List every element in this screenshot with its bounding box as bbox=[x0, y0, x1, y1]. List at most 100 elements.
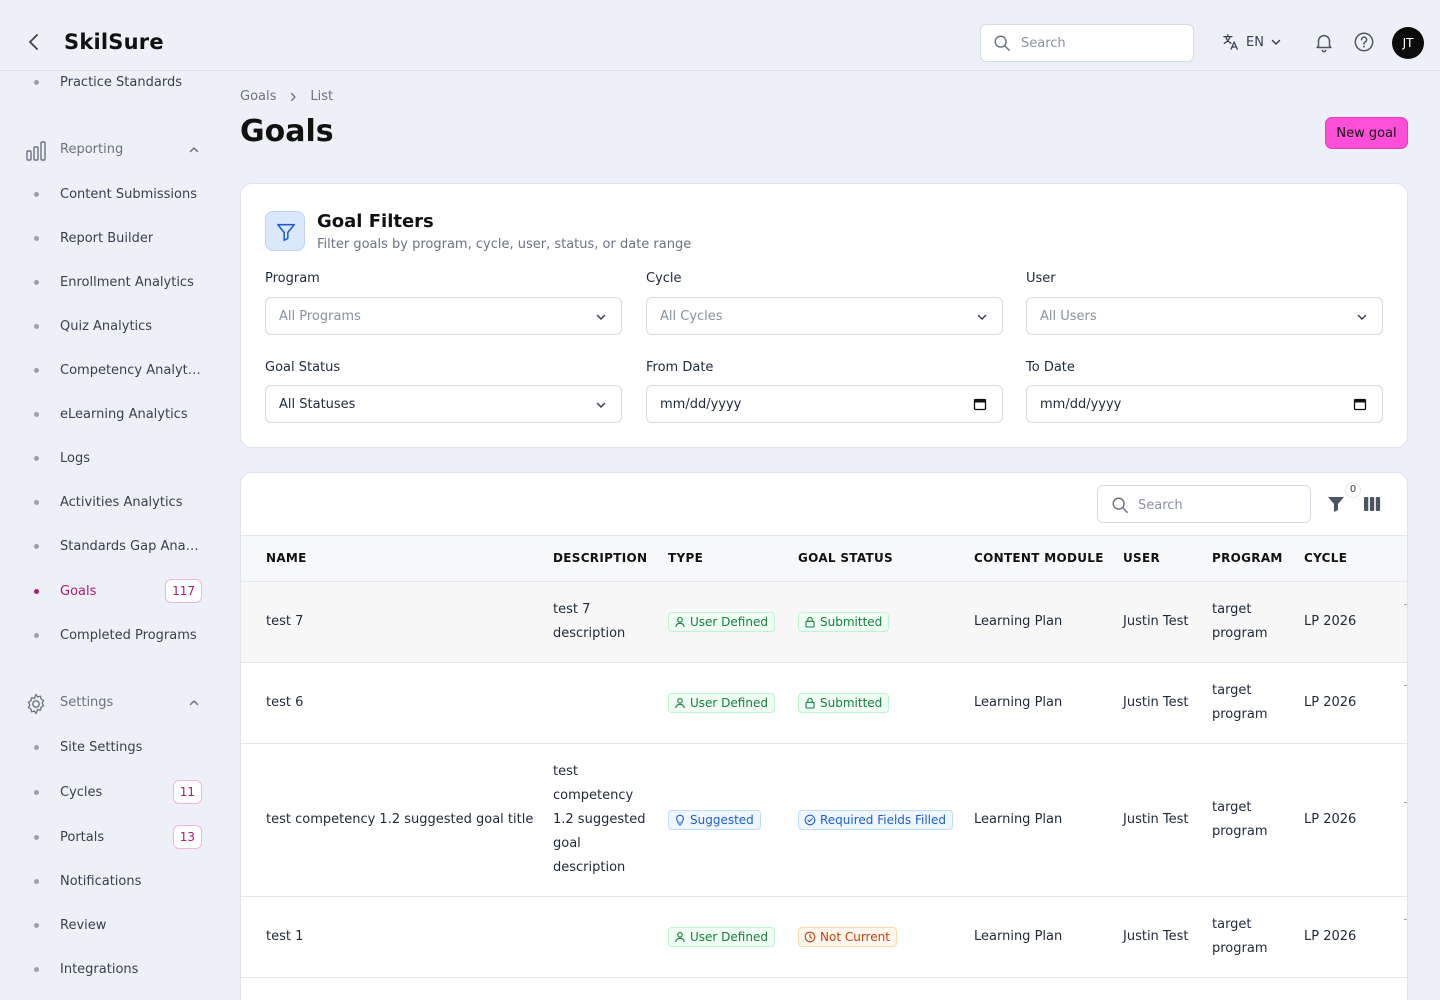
sidebar-item-completed-programs[interactable]: Completed Programs bbox=[22, 620, 208, 650]
column-header-name[interactable]: NAME bbox=[266, 551, 307, 565]
program-select[interactable]: All Programs bbox=[265, 297, 622, 335]
status-chip: Not Current bbox=[798, 927, 897, 947]
new-goal-button[interactable]: New goal bbox=[1325, 117, 1408, 149]
sidebar-item-integrations[interactable]: Integrations bbox=[22, 954, 208, 984]
clock-icon bbox=[804, 931, 816, 943]
search-icon bbox=[994, 35, 1010, 51]
program-label: Program bbox=[265, 271, 320, 286]
goal-description: test 7 description bbox=[553, 602, 626, 641]
column-header-user[interactable]: USER bbox=[1123, 551, 1160, 565]
bullet-dot bbox=[34, 279, 39, 285]
bullet-dot bbox=[34, 191, 39, 197]
user-name: Justin Test bbox=[1123, 929, 1189, 944]
sidebar-item-label: Logs bbox=[60, 450, 90, 466]
sidebar-item-label: Activities Analytics bbox=[60, 494, 183, 510]
cycle-select[interactable]: All Cycles bbox=[646, 297, 1003, 335]
sidebar-item-competency-analytics[interactable]: Competency Analytics bbox=[22, 355, 208, 385]
sidebar-section-reporting[interactable]: Reporting bbox=[22, 135, 208, 165]
back-arrow-icon[interactable] bbox=[22, 30, 46, 54]
check-circle-icon bbox=[804, 814, 816, 826]
user-icon bbox=[675, 616, 685, 628]
sidebar-item-goals[interactable]: Goals 117 bbox=[22, 576, 208, 606]
brand-name[interactable]: SkilSure bbox=[64, 30, 164, 54]
sidebar-item-label: Quiz Analytics bbox=[60, 318, 153, 334]
table-row[interactable]: test 1 User Defined Not Current Learning… bbox=[241, 897, 1407, 978]
sidebar-item-report-builder[interactable]: Report Builder bbox=[22, 223, 208, 253]
table-row[interactable]: test 6 User Defined Submitted Learning P… bbox=[241, 663, 1407, 744]
content-module: Learning Plan bbox=[974, 929, 1063, 944]
status-label: Submitted bbox=[820, 615, 883, 629]
column-header-cycle[interactable]: CYCLE bbox=[1304, 551, 1347, 565]
sidebar-item-quiz-analytics[interactable]: Quiz Analytics bbox=[22, 311, 208, 341]
sidebar-item-enrollment-analytics[interactable]: Enrollment Analytics bbox=[22, 267, 208, 297]
goal-name: test competency 1.2 suggested goal title bbox=[266, 812, 534, 827]
bullet-dot bbox=[34, 744, 39, 750]
help-icon[interactable] bbox=[1353, 31, 1375, 57]
goal-name: test 7 bbox=[266, 614, 304, 629]
user-avatar[interactable]: JT bbox=[1392, 27, 1424, 59]
sidebar-item-label: Site Settings bbox=[60, 739, 143, 755]
program-name: target program bbox=[1212, 917, 1268, 956]
sidebar-item-standards-gap-analysis[interactable]: Standards Gap Analysis bbox=[22, 531, 208, 561]
table-search-input[interactable] bbox=[1138, 495, 1298, 515]
sidebar-item-elearning-analytics[interactable]: eLearning Analytics bbox=[22, 399, 208, 429]
table-row[interactable]: test 7 test 7 description User Defined S… bbox=[241, 582, 1407, 663]
filters-title: Goal Filters bbox=[317, 211, 434, 232]
column-header-content-module[interactable]: CONTENT MODULE bbox=[974, 551, 1104, 565]
program-name: target program bbox=[1212, 683, 1268, 722]
gear-icon bbox=[24, 692, 48, 720]
sidebar-item-content-submissions[interactable]: Content Submissions bbox=[22, 179, 208, 209]
to-date-label: To Date bbox=[1026, 360, 1075, 375]
calendar-icon[interactable] bbox=[1353, 397, 1367, 415]
sidebar-item-site-settings[interactable]: Site Settings bbox=[22, 732, 208, 762]
user-label: User bbox=[1026, 271, 1056, 286]
sidebar-item-logs[interactable]: Logs bbox=[22, 443, 208, 473]
sidebar-item-label: eLearning Analytics bbox=[60, 406, 188, 422]
global-search[interactable] bbox=[980, 24, 1194, 62]
status-chip: Submitted bbox=[798, 612, 890, 632]
to-date-input[interactable]: mm/dd/yyyy bbox=[1026, 385, 1383, 423]
sidebar-item-notifications[interactable]: Notifications bbox=[22, 866, 208, 896]
column-header-type[interactable]: TYPE bbox=[668, 551, 703, 565]
chevron-down-icon bbox=[595, 311, 607, 327]
truncation-mark bbox=[1404, 802, 1407, 803]
breadcrumb-list[interactable]: List bbox=[310, 89, 333, 104]
column-header-description[interactable]: DESCRIPTION bbox=[553, 551, 647, 565]
sidebar-item-review[interactable]: Review bbox=[22, 910, 208, 940]
type-chip: Suggested bbox=[668, 810, 761, 830]
sidebar-item-label: Goals bbox=[60, 583, 97, 599]
sidebar-item-practice-standards[interactable]: Practice Standards bbox=[22, 67, 208, 97]
type-label: User Defined bbox=[690, 696, 768, 710]
columns-toggle-icon[interactable] bbox=[1363, 495, 1381, 517]
sidebar-item-label: Enrollment Analytics bbox=[60, 274, 194, 290]
calendar-icon[interactable] bbox=[973, 397, 987, 415]
sidebar-item-label: Practice Standards bbox=[60, 74, 182, 90]
column-header-goal-status[interactable]: GOAL STATUS bbox=[798, 551, 893, 565]
sidebar-item-activities-analytics[interactable]: Activities Analytics bbox=[22, 487, 208, 517]
table-search[interactable] bbox=[1097, 485, 1311, 523]
sidebar-section-settings[interactable]: Settings bbox=[22, 688, 208, 718]
notifications-bell-icon[interactable] bbox=[1313, 31, 1335, 57]
goal-status-value: All Statuses bbox=[279, 397, 356, 412]
breadcrumb: Goals List bbox=[240, 89, 333, 104]
user-select[interactable]: All Users bbox=[1026, 297, 1383, 335]
type-label: User Defined bbox=[690, 615, 768, 629]
column-header-program[interactable]: PROGRAM bbox=[1212, 551, 1283, 565]
from-date-input[interactable]: mm/dd/yyyy bbox=[646, 385, 1003, 423]
sidebar-item-cycles[interactable]: Cycles 11 bbox=[22, 777, 208, 807]
status-label: Required Fields Filled bbox=[820, 813, 947, 827]
language-selector[interactable]: EN bbox=[1222, 33, 1282, 51]
table-header: NAME DESCRIPTION TYPE GOAL STATUS CONTEN… bbox=[241, 535, 1407, 582]
breadcrumb-goals[interactable]: Goals bbox=[240, 89, 276, 104]
column-filter-icon[interactable] bbox=[1327, 495, 1345, 517]
sidebar-item-portals[interactable]: Portals 13 bbox=[22, 822, 208, 852]
global-search-input[interactable] bbox=[1021, 33, 1186, 53]
bullet-dot bbox=[34, 588, 39, 594]
user-name: Justin Test bbox=[1123, 812, 1189, 827]
user-icon bbox=[675, 697, 685, 709]
type-chip: User Defined bbox=[668, 927, 775, 947]
top-bar: SkilSure EN JT bbox=[0, 0, 1440, 71]
sidebar-item-label: Report Builder bbox=[60, 230, 154, 246]
goal-status-select[interactable]: All Statuses bbox=[265, 385, 622, 423]
table-row[interactable]: test competency 1.2 suggested goal title… bbox=[241, 744, 1407, 897]
